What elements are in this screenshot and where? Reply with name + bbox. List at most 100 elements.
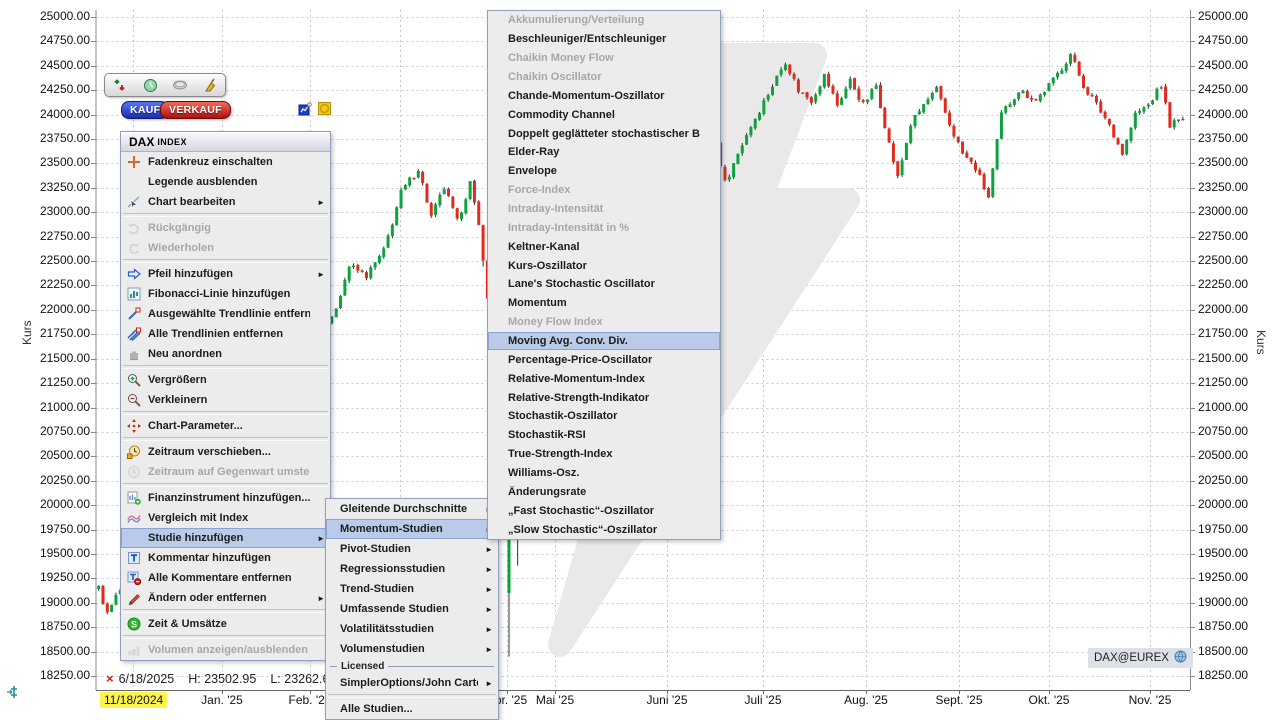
momentum-menu-item[interactable]: Momentum bbox=[488, 294, 720, 313]
momentum-menu-item[interactable]: Lane's Stochastic Oscillator bbox=[488, 275, 720, 294]
menu-separator bbox=[123, 483, 328, 487]
momentum-menu-item-label: Chande-Momentum-Oszillator bbox=[508, 90, 700, 102]
context-menu-item[interactable]: SZeit & Umsätze bbox=[121, 614, 330, 634]
context-menu-item[interactable]: Legende ausblenden bbox=[121, 172, 330, 192]
submenu-arrow-icon: ► bbox=[315, 594, 325, 603]
globe-icon[interactable] bbox=[1174, 650, 1187, 666]
studies-menu-item[interactable]: Volatilitätsstudien► bbox=[326, 619, 498, 639]
context-menu-title: DAX bbox=[129, 135, 154, 149]
context-menu-item[interactable]: Alle Kommentare entfernen bbox=[121, 568, 330, 588]
momentum-menu-item[interactable]: Chaikin Oscillator bbox=[488, 68, 720, 87]
context-menu-item-label: Neu anordnen bbox=[148, 348, 310, 360]
context-menu-item[interactable]: Ausgewählte Trendlinie entfernen bbox=[121, 304, 330, 324]
submenu-arrow-icon: ► bbox=[483, 645, 493, 654]
y-axis-label: 22500.00 bbox=[4, 253, 90, 267]
updown-arrows-icon[interactable] bbox=[112, 77, 128, 93]
x-axis-month-label: Mai '25 bbox=[536, 693, 574, 707]
momentum-menu-item[interactable]: Relative-Momentum-Index bbox=[488, 369, 720, 388]
momentum-menu-item[interactable]: Williams-Osz. bbox=[488, 464, 720, 483]
momentum-menu-item[interactable]: Percentage-Price-Oscillator bbox=[488, 350, 720, 369]
momentum-menu-item[interactable]: Stochastik-RSI bbox=[488, 426, 720, 445]
context-menu-item[interactable]: Zeitraum auf Gegenwart umstellen bbox=[121, 462, 330, 482]
context-menu-item[interactable]: Neu anordnen bbox=[121, 344, 330, 364]
context-menu-item[interactable]: Chart bearbeiten► bbox=[121, 192, 330, 212]
context-menu-item[interactable]: Fibonacci-Linie hinzufügen bbox=[121, 284, 330, 304]
studies-menu-item[interactable]: Trend-Studien► bbox=[326, 579, 498, 599]
context-menu-item[interactable]: Vergrößern bbox=[121, 370, 330, 390]
momentum-menu-item-label: Beschleuniger/Entschleuniger bbox=[508, 33, 700, 45]
status-high-label: H: bbox=[188, 672, 201, 686]
momentum-menu-item[interactable]: Envelope bbox=[488, 162, 720, 181]
momentum-menu-item-label: Stochastik-RSI bbox=[508, 429, 700, 441]
context-menu-item[interactable]: Studie hinzufügen► bbox=[121, 528, 330, 548]
studies-menu-item[interactable]: Gleitende Durchschnitte► bbox=[326, 499, 498, 519]
momentum-menu-item-label: Chaikin Oscillator bbox=[508, 71, 700, 83]
studies-menu-item[interactable]: Regressionsstudien► bbox=[326, 559, 498, 579]
momentum-menu-item[interactable]: Elder-Ray bbox=[488, 143, 720, 162]
context-menu-item[interactable]: Chart-Parameter... bbox=[121, 416, 330, 436]
y-axis-label: 19500.00 bbox=[4, 546, 90, 560]
context-menu-item[interactable]: Ändern oder entfernen► bbox=[121, 588, 330, 608]
chart-blue-icon[interactable] bbox=[298, 102, 312, 121]
momentum-menu-item[interactable]: Relative-Strength-Indikator bbox=[488, 388, 720, 407]
coin-icon[interactable] bbox=[172, 78, 188, 92]
instrument-badge: DAX@EUREX bbox=[1088, 648, 1193, 668]
studies-menu-item[interactable]: Volumenstudien► bbox=[326, 639, 498, 659]
y-axis-label: 23000.00 bbox=[1198, 204, 1248, 218]
momentum-menu-item[interactable]: Intraday-Intensität in % bbox=[488, 218, 720, 237]
momentum-menu-item[interactable]: Akkumulierung/Verteilung bbox=[488, 11, 720, 30]
chart-anchor-icon[interactable] bbox=[6, 684, 20, 705]
studies-menu-item[interactable]: Momentum-Studien► bbox=[326, 519, 498, 539]
context-menu-item[interactable]: Rückgängig bbox=[121, 218, 330, 238]
momentum-menu-item[interactable]: Keltner-Kanal bbox=[488, 237, 720, 256]
add-instrument-icon bbox=[125, 491, 143, 505]
menu-separator bbox=[123, 635, 328, 639]
sell-button[interactable]: VERKAUF bbox=[160, 101, 231, 119]
y-axis-label: 25000.00 bbox=[4, 9, 90, 23]
close-marker-icon[interactable]: × bbox=[106, 671, 114, 686]
context-menu-item[interactable]: Verkleinern bbox=[121, 390, 330, 410]
comment-icon bbox=[125, 551, 143, 565]
context-menu-item[interactable]: Kommentar hinzufügen bbox=[121, 548, 330, 568]
y-axis-label: 21750.00 bbox=[1198, 326, 1248, 340]
arrow-icon bbox=[125, 267, 143, 281]
momentum-menu-item[interactable]: Money Flow Index bbox=[488, 313, 720, 332]
chart-parameters-icon bbox=[125, 419, 143, 433]
momentum-menu-item[interactable]: „Fast Stochastic“-Oszillator bbox=[488, 501, 720, 520]
y-axis-title-right: Kurs bbox=[1254, 330, 1268, 355]
clock-green-icon[interactable] bbox=[143, 78, 158, 93]
momentum-menu-item-label: True-Strength-Index bbox=[508, 448, 700, 460]
context-menu-item[interactable]: Wiederholen bbox=[121, 238, 330, 258]
momentum-menu-item[interactable]: Beschleuniger/Entschleuniger bbox=[488, 30, 720, 49]
context-menu-dax: DAX INDEX Fadenkreuz einschaltenLegende … bbox=[120, 131, 331, 661]
coin-yellow-icon[interactable] bbox=[318, 102, 331, 121]
momentum-menu-item[interactable]: Chaikin Money Flow bbox=[488, 49, 720, 68]
momentum-menu-item[interactable]: Änderungsrate bbox=[488, 482, 720, 501]
context-menu-item[interactable]: Finanzinstrument hinzufügen... bbox=[121, 488, 330, 508]
context-menu-item[interactable]: Vergleich mit Index bbox=[121, 508, 330, 528]
menu-item-alle-studien[interactable]: Alle Studien... bbox=[326, 699, 498, 719]
momentum-menu-item[interactable]: „Slow Stochastic“-Oszillator bbox=[488, 520, 720, 539]
context-menu-item[interactable]: Alle Trendlinien entfernen bbox=[121, 324, 330, 344]
y-axis-label: 19000.00 bbox=[1198, 595, 1248, 609]
momentum-menu-item[interactable]: Chande-Momentum-Oszillator bbox=[488, 86, 720, 105]
momentum-menu-item[interactable]: Commodity Channel bbox=[488, 105, 720, 124]
studies-menu-item[interactable]: Pivot-Studien► bbox=[326, 539, 498, 559]
context-menu-item[interactable]: Pfeil hinzufügen► bbox=[121, 264, 330, 284]
momentum-menu-item[interactable]: Kurs-Oszillator bbox=[488, 256, 720, 275]
momentum-menu-item[interactable]: Stochastik-Oszillator bbox=[488, 407, 720, 426]
context-menu-item[interactable]: Fadenkreuz einschalten bbox=[121, 152, 330, 172]
brush-icon[interactable] bbox=[203, 78, 218, 93]
status-high-value: 23502.95 bbox=[204, 672, 256, 686]
momentum-menu-item[interactable]: Doppelt geglätteter stochastischer Bress… bbox=[488, 124, 720, 143]
context-menu-item[interactable]: Zeitraum verschieben... bbox=[121, 442, 330, 462]
momentum-menu-item[interactable]: True-Strength-Index bbox=[488, 445, 720, 464]
context-menu-item-label: Pfeil hinzufügen bbox=[148, 268, 310, 280]
context-menu-item[interactable]: Volumen anzeigen/ausblenden bbox=[121, 640, 330, 660]
momentum-menu-item[interactable]: Force-Index bbox=[488, 181, 720, 200]
studies-menu-item[interactable]: Umfassende Studien► bbox=[326, 599, 498, 619]
studies-menu-item[interactable]: SimplerOptions/John Carter► bbox=[326, 673, 498, 693]
y-axis-label: 18250.00 bbox=[4, 668, 90, 682]
momentum-menu-item[interactable]: Moving Avg. Conv. Div. bbox=[488, 332, 720, 351]
momentum-menu-item[interactable]: Intraday-Intensität bbox=[488, 200, 720, 219]
